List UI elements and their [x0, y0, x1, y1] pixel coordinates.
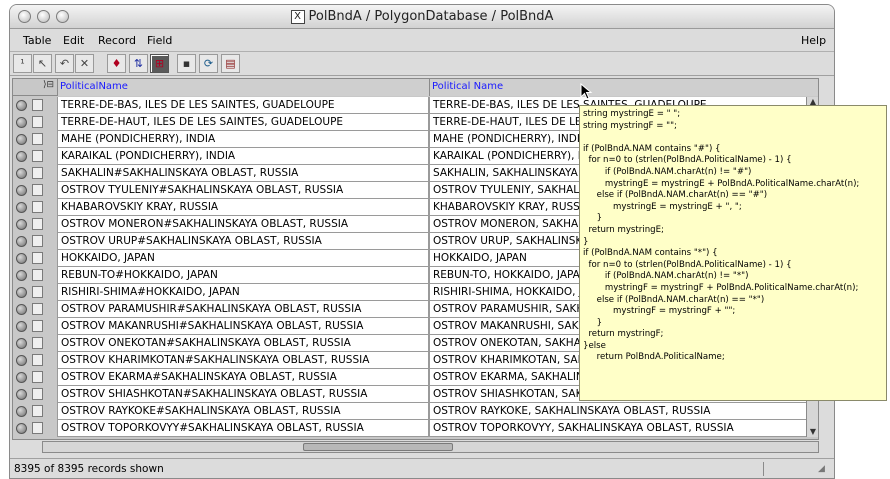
row-select-checkbox[interactable] [32, 422, 43, 434]
table-row[interactable]: OSTROV RAYKOKE#SAKHALINSKAYA OBLAST, RUS… [13, 403, 818, 420]
row-select-checkbox[interactable] [32, 388, 43, 400]
cell-politicalname[interactable]: OSTROV TOPORKOVYY#SAKHALINSKAYA OBLAST, … [57, 420, 429, 437]
record-status-icon [16, 202, 27, 213]
filter-icon[interactable]: ⊞ [150, 54, 169, 73]
cell-politicalname[interactable]: OSTROV EKARMA#SAKHALINSKAYA OBLAST, RUSS… [57, 369, 429, 386]
row-select-checkbox[interactable] [32, 218, 43, 230]
record-status-icon [16, 304, 27, 315]
horizontal-scrollbar[interactable] [42, 441, 819, 453]
cell-politicalname[interactable]: TERRE-DE-BAS, ILES DE LES SAINTES, GUADE… [57, 97, 429, 114]
record-status-icon [16, 389, 27, 400]
query-icon[interactable]: ♦ [107, 54, 126, 73]
cell-politicalname[interactable]: REBUN-TO#HOKKAIDO, JAPAN [57, 267, 429, 284]
record-status-icon [16, 219, 27, 230]
save-icon[interactable]: ▪ [177, 54, 196, 73]
record-status-icon [16, 117, 27, 128]
undo-icon[interactable]: ↶ [55, 54, 74, 73]
cell-politicalname[interactable]: OSTROV KHARIMKOTAN#SAKHALINSKAYA OBLAST,… [57, 352, 429, 369]
resize-grip-icon[interactable]: ◢ [818, 464, 830, 476]
horizontal-scroll-thumb[interactable] [303, 443, 453, 451]
record-status-icon [16, 338, 27, 349]
cell-politicalname[interactable]: OSTROV MONERON#SAKHALINSKAYA OBLAST, RUS… [57, 216, 429, 233]
column-header-political-name[interactable]: Political Name [429, 79, 818, 96]
record-status-icon [16, 270, 27, 281]
row-select-checkbox[interactable] [32, 133, 43, 145]
record-status-icon [16, 423, 27, 434]
table-header: ⟩⊟ PoliticalName Political Name [13, 79, 818, 96]
row-select-checkbox[interactable] [32, 371, 43, 383]
row-select-checkbox[interactable] [32, 337, 43, 349]
window-title: X PolBndA / PolygonDatabase / PolBndA [10, 9, 834, 24]
record-status-icon [16, 236, 27, 247]
cell-politicalname[interactable]: OSTROV ONEKOTAN#SAKHALINSKAYA OBLAST, RU… [57, 335, 429, 352]
row-select-checkbox[interactable] [32, 201, 43, 213]
record-status-icon [16, 100, 27, 111]
row-select-checkbox[interactable] [32, 286, 43, 298]
table-row[interactable]: OSTROV TOPORKOVYY#SAKHALINSKAYA OBLAST, … [13, 420, 818, 437]
scroll-down-icon[interactable]: ▼ [808, 427, 818, 437]
row-select-checkbox[interactable] [32, 235, 43, 247]
record-status-icon [16, 287, 27, 298]
row-select-checkbox[interactable] [32, 167, 43, 179]
row-select-checkbox[interactable] [32, 252, 43, 264]
record-status-icon [16, 372, 27, 383]
cell-politicalname[interactable]: OSTROV PARAMUSHIR#SAKHALINSKAYA OBLAST, … [57, 301, 429, 318]
row-select-checkbox[interactable] [32, 405, 43, 417]
cell-politicalname[interactable]: KHABAROVSKIY KRAY, RUSSIA [57, 199, 429, 216]
formula-tooltip: string mystringE = " "; string mystringF… [579, 105, 887, 401]
mouse-cursor-icon [580, 83, 593, 100]
menu-record[interactable]: Record [98, 34, 136, 47]
record-status-icon [16, 253, 27, 264]
report-icon[interactable]: ▤ [221, 54, 240, 73]
records-count: 8395 of 8395 records shown [14, 463, 164, 475]
cell-politicalname[interactable]: OSTROV SHIASHKOTAN#SAKHALINSKAYA OBLAST,… [57, 386, 429, 403]
row-select-checkbox[interactable] [32, 99, 43, 111]
cell-politicalname[interactable]: OSTROV MAKANRUSHI#SAKHALINSKAYA OBLAST, … [57, 318, 429, 335]
row-select-checkbox[interactable] [32, 320, 43, 332]
record-number-icon[interactable]: ¹ [13, 54, 32, 73]
menu-help[interactable]: Help [801, 34, 826, 47]
select-arrow-icon[interactable]: ↖ [33, 54, 52, 73]
row-select-checkbox[interactable] [32, 303, 43, 315]
cell-politicalname[interactable]: RISHIRI-SHIMA#HOKKAIDO, JAPAN [57, 284, 429, 301]
cell-politicalname[interactable]: TERRE-DE-HAUT, ILES DE LES SAINTES, GUAD… [57, 114, 429, 131]
formula-code: string mystringE = " "; string mystringF… [583, 109, 860, 363]
title-bar[interactable]: X PolBndA / PolygonDatabase / PolBndA [10, 5, 834, 29]
record-status-icon [16, 321, 27, 332]
window-title-text: PolBndA / PolygonDatabase / PolBndA [308, 9, 554, 24]
cell-politicalname[interactable]: OSTROV URUP#SAKHALINSKAYA OBLAST, RUSSIA [57, 233, 429, 250]
record-status-icon [16, 406, 27, 417]
record-status-icon [16, 134, 27, 145]
row-select-checkbox[interactable] [32, 150, 43, 162]
record-status-icon [16, 151, 27, 162]
cell-politicalname[interactable]: KARAIKAL (PONDICHERRY), INDIA [57, 148, 429, 165]
cell-politicalname[interactable]: SAKHALIN#SAKHALINSKAYA OBLAST, RUSSIA [57, 165, 429, 182]
row-select-checkbox[interactable] [32, 269, 43, 281]
cell-politicalname[interactable]: MAHE (PONDICHERRY), INDIA [57, 131, 429, 148]
menu-table[interactable]: Table [23, 34, 51, 47]
row-select-checkbox[interactable] [32, 354, 43, 366]
x11-icon: X [290, 10, 305, 24]
tools-icon[interactable]: ✕ [75, 54, 94, 73]
cell-politicalname[interactable]: HOKKAIDO, JAPAN [57, 250, 429, 267]
row-select-checkbox[interactable] [32, 116, 43, 128]
refresh-icon[interactable]: ⟳ [199, 54, 218, 73]
toolbar: ¹ ↖ ↶ ✕ ♦ ⇅ ⊞ ▪ ⟳ ▤ [10, 52, 834, 76]
record-status-icon [16, 185, 27, 196]
row-select-checkbox[interactable] [32, 184, 43, 196]
status-bar: 8395 of 8395 records shown ◢ [10, 458, 834, 478]
record-status-icon [16, 355, 27, 366]
select-all-icon[interactable]: ⟩⊟ [43, 80, 57, 94]
cell-politicalname[interactable]: OSTROV TYULENIY#SAKHALINSKAYA OBLAST, RU… [57, 182, 429, 199]
cell-politicalname[interactable]: OSTROV RAYKOKE#SAKHALINSKAYA OBLAST, RUS… [57, 403, 429, 420]
menu-bar: Table Edit Record Field Help [10, 29, 834, 52]
sort-icon[interactable]: ⇅ [129, 54, 148, 73]
menu-field[interactable]: Field [147, 34, 172, 47]
cell-political-name[interactable]: OSTROV TOPORKOVYY, SAKHALINSKAYA OBLAST,… [429, 420, 818, 437]
status-divider [763, 462, 764, 476]
cell-political-name[interactable]: OSTROV RAYKOKE, SAKHALINSKAYA OBLAST, RU… [429, 403, 818, 420]
menu-edit[interactable]: Edit [63, 34, 84, 47]
record-status-icon [16, 168, 27, 179]
column-header-politicalname[interactable]: PoliticalName [57, 79, 429, 96]
